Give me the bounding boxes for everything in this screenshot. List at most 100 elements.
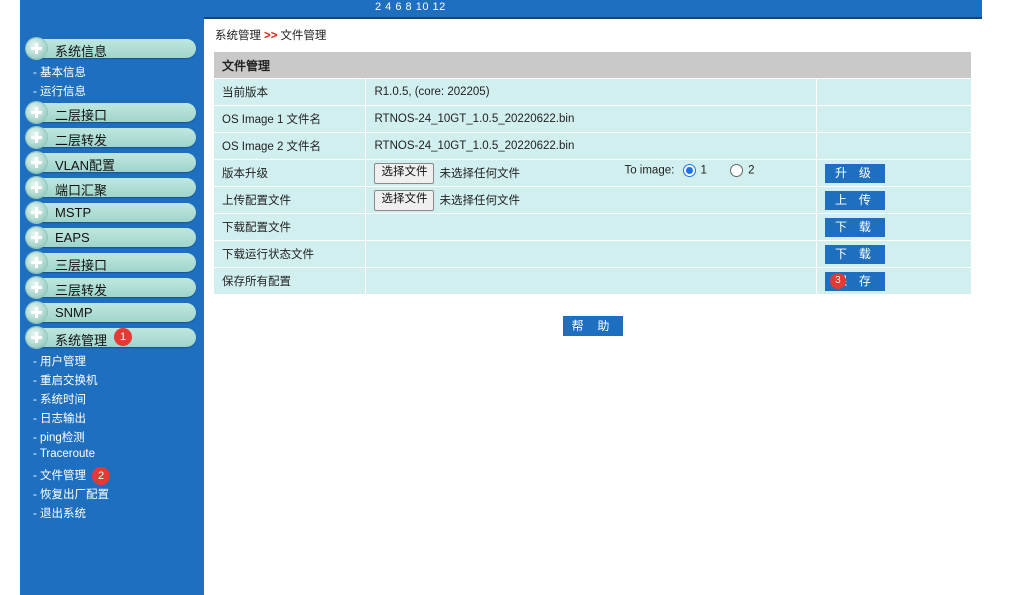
sidebar-group-vlan[interactable]: VLAN配置 <box>26 152 196 173</box>
file-status: 未选择任何文件 <box>439 168 520 180</box>
expand-plus-icon <box>26 127 47 148</box>
sidebar-item-ping[interactable]: - ping检测 <box>33 429 85 445</box>
sidebar-item-log-output[interactable]: - 日志输出 <box>33 410 86 426</box>
sidebar-group-port-aggregation[interactable]: 端口汇聚 <box>26 177 196 198</box>
sidebar-group-label: 系统管理 <box>55 333 108 348</box>
step-badge-2: 2 <box>92 467 110 485</box>
table-row: 当前版本 R1.0.5, (core: 202205) <box>212 78 973 106</box>
os-image2-value: RTNOS-24_10GT_1.0.5_20220622.bin <box>365 132 817 160</box>
sidebar-item-factory-reset[interactable]: - 恢复出厂配置 <box>33 486 109 502</box>
port-numbers: 2 4 6 8 10 12 <box>375 1 446 13</box>
file-status: 未选择任何文件 <box>439 195 520 207</box>
expand-plus-icon <box>26 227 47 248</box>
sidebar-item-reboot[interactable]: - 重启交换机 <box>33 372 98 388</box>
expand-plus-icon <box>26 38 47 59</box>
sidebar-group-l2-interface[interactable]: 二层接口 <box>26 102 196 123</box>
breadcrumb: 系统管理 >> 文件管理 <box>215 27 326 43</box>
image1-radio[interactable] <box>682 164 696 177</box>
image2-label: 2 <box>748 164 755 177</box>
to-image-label: To image: <box>624 164 675 177</box>
row-label: OS Image 2 文件名 <box>212 132 367 160</box>
row-label: 保存所有配置 <box>212 267 367 295</box>
sidebar-group-mstp[interactable]: MSTP <box>26 202 196 223</box>
sidebar-group-label: SNMP <box>55 305 93 320</box>
choose-file-button[interactable]: 选择文件 <box>374 162 435 184</box>
sidebar-group-l3-forwarding[interactable]: 三层转发 <box>26 277 196 298</box>
row-label: 版本升级 <box>212 159 367 187</box>
row-label: 下载运行状态文件 <box>212 240 367 268</box>
table-row: 下载配置文件 下 载 <box>212 213 973 241</box>
sidebar-group-l3-interface[interactable]: 三层接口 <box>26 252 196 273</box>
sidebar-item-runtime-info[interactable]: - 运行信息 <box>33 83 86 99</box>
row-label: 上传配置文件 <box>212 186 367 214</box>
empty-cell <box>365 267 817 295</box>
empty-cell <box>815 132 973 160</box>
download-config-button[interactable]: 下 载 <box>824 217 885 237</box>
target-image-radio-group: To image: 1 2 <box>624 164 755 177</box>
expand-plus-icon <box>26 152 47 173</box>
action-cell: 3 保 存 <box>815 267 973 295</box>
table-row: OS Image 2 文件名 RTNOS-24_10GT_1.0.5_20220… <box>212 132 973 160</box>
sidebar-group-label: VLAN配置 <box>55 158 115 173</box>
file-mgmt-table: 文件管理 当前版本 R1.0.5, (core: 202205) OS Imag… <box>212 51 973 295</box>
sidebar-group-label: MSTP <box>55 205 92 220</box>
empty-cell <box>365 213 817 241</box>
breadcrumb-parent[interactable]: 系统管理 <box>215 30 261 42</box>
image1-label: 1 <box>700 164 707 177</box>
sidebar-nav: 系统信息 - 基本信息 - 运行信息 二层接口 二层转发 VLAN配置 端口汇聚… <box>20 17 204 595</box>
table-header-row: 文件管理 <box>213 51 972 79</box>
sidebar-group-snmp[interactable]: SNMP <box>26 302 196 323</box>
sidebar-group-system-mgmt[interactable]: 系统管理 1 <box>26 327 196 348</box>
sidebar-item-traceroute[interactable]: - Traceroute <box>33 448 95 460</box>
table-row: 保存所有配置 3 保 存 <box>212 267 973 295</box>
table-row: 上传配置文件 选择文件 未选择任何文件 上 传 <box>212 186 973 214</box>
upgrade-button[interactable]: 升 级 <box>824 163 885 183</box>
sidebar-item-file-mgmt[interactable]: - 文件管理 <box>33 467 86 483</box>
expand-plus-icon <box>26 327 47 348</box>
sidebar-item-system-time[interactable]: - 系统时间 <box>33 391 86 407</box>
os-image1-value: RTNOS-24_10GT_1.0.5_20220622.bin <box>365 105 817 133</box>
breadcrumb-separator: >> <box>264 30 278 42</box>
sidebar-group-label: 端口汇聚 <box>55 183 108 198</box>
sidebar-item-basic-info[interactable]: - 基本信息 <box>33 64 86 80</box>
current-version-value: R1.0.5, (core: 202205) <box>365 78 817 106</box>
save-button[interactable]: 3 保 存 <box>824 271 885 291</box>
sidebar-item-user-mgmt[interactable]: - 用户管理 <box>33 353 86 369</box>
sidebar-group-label: 二层转发 <box>55 133 108 148</box>
action-cell: 上 传 <box>815 186 973 214</box>
upgrade-cell: 选择文件 未选择任何文件 To image: 1 2 <box>365 159 817 187</box>
sidebar-group-label: 三层转发 <box>55 283 108 298</box>
empty-cell <box>365 240 817 268</box>
sidebar-item-logout[interactable]: - 退出系统 <box>33 505 86 521</box>
expand-plus-icon <box>26 252 47 273</box>
expand-plus-icon <box>26 277 47 298</box>
step-badge-3: 3 <box>829 272 846 289</box>
upload-button[interactable]: 上 传 <box>824 190 885 210</box>
expand-plus-icon <box>26 202 47 223</box>
empty-cell <box>815 105 973 133</box>
table-row: OS Image 1 文件名 RTNOS-24_10GT_1.0.5_20220… <box>212 105 973 133</box>
sidebar-item-label: - 文件管理 <box>33 470 87 482</box>
choose-file-button[interactable]: 选择文件 <box>374 189 435 211</box>
step-badge-1: 1 <box>114 328 132 346</box>
row-label: 当前版本 <box>212 78 367 106</box>
sidebar-group-label: 系统信息 <box>55 44 108 59</box>
table-row: 下载运行状态文件 下 载 <box>212 240 973 268</box>
expand-plus-icon <box>26 102 47 123</box>
download-running-button[interactable]: 下 载 <box>824 244 885 264</box>
sidebar-group-l2-forwarding[interactable]: 二层转发 <box>26 127 196 148</box>
help-button[interactable]: 帮 助 <box>563 316 623 336</box>
image2-radio[interactable] <box>730 164 744 177</box>
expand-plus-icon <box>26 177 47 198</box>
action-cell: 升 级 <box>815 159 973 187</box>
action-cell: 下 载 <box>815 213 973 241</box>
row-label: 下载配置文件 <box>212 213 367 241</box>
empty-cell <box>815 78 973 106</box>
sidebar-group-eaps[interactable]: EAPS <box>26 227 196 248</box>
sidebar-group-system-info[interactable]: 系统信息 <box>26 38 196 59</box>
row-label: OS Image 1 文件名 <box>212 105 367 133</box>
action-cell: 下 载 <box>815 240 973 268</box>
sidebar-group-label: 二层接口 <box>55 108 108 123</box>
upload-cell: 选择文件 未选择任何文件 <box>365 186 817 214</box>
sidebar-group-label: EAPS <box>55 230 90 245</box>
